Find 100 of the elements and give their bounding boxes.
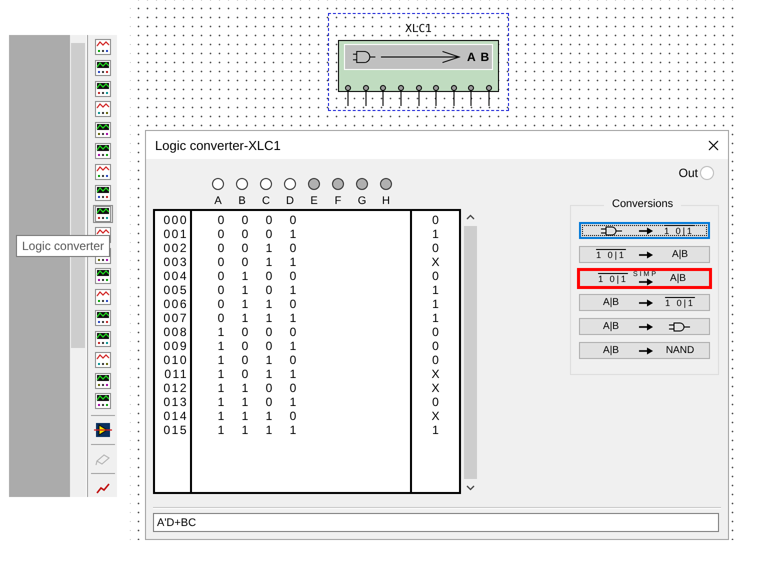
terminal-button[interactable] [356, 178, 368, 190]
table-cell-text: 0 [216, 311, 226, 325]
pin-icon [467, 84, 476, 106]
table-cell-text: 0 [264, 339, 274, 353]
instrument-icon [94, 310, 110, 326]
terminal-button[interactable] [380, 178, 392, 190]
window-title: Logic converter-XLC1 [155, 138, 281, 152]
table-cell-text: 1 [216, 339, 226, 353]
instrument-button[interactable] [92, 58, 112, 77]
arrow-icon [638, 250, 652, 258]
conversion-button[interactable]: 1 0|1 A|B [579, 246, 710, 263]
instrument-button[interactable] [92, 288, 112, 306]
arrow-icon [638, 278, 652, 286]
table-cell-text: 0 [264, 227, 274, 241]
terminal-button[interactable] [260, 178, 272, 190]
table-cell-text: 0 [240, 241, 250, 255]
instrument-button[interactable] [92, 350, 112, 369]
instrument-button[interactable] [92, 309, 112, 327]
output-cell[interactable]: 0 [412, 269, 459, 283]
row-number: 005 [162, 283, 189, 297]
pin-icon [379, 84, 388, 106]
pin-icon [432, 84, 440, 106]
instrument-icon [94, 122, 110, 138]
instrument-button[interactable] [92, 372, 112, 390]
row-number: 004 [162, 269, 189, 283]
component-label: XLC1 [404, 22, 433, 37]
table-cell-text: 1 [216, 325, 226, 339]
gate-icon [669, 322, 691, 332]
table-cell-text: 1 [216, 353, 226, 367]
terminal-label: C [262, 195, 270, 207]
output-cell[interactable]: 1 [412, 423, 459, 437]
table-cell-text: 1 [240, 423, 250, 437]
instrument-icon [94, 60, 110, 76]
table-cell-text: 0 [240, 353, 250, 367]
output-cell[interactable]: 0 [412, 395, 459, 409]
logic-converter-symbol[interactable]: XLC1 A B [328, 13, 509, 111]
arrow-icon [638, 298, 652, 306]
table-cell-text: 0 [288, 297, 298, 311]
conversion-button[interactable]: 1 0|1 [579, 222, 710, 239]
terminal-button[interactable] [332, 178, 344, 190]
instrument-icon [94, 184, 110, 201]
instrument-icon [94, 268, 110, 284]
instrument-button[interactable] [92, 163, 112, 181]
table-cell-text: 1 [240, 311, 250, 325]
close-icon[interactable] [708, 140, 719, 150]
terminal-button[interactable] [308, 178, 320, 190]
instrument-button[interactable] [92, 184, 112, 202]
table-cell-text: 1 [216, 367, 226, 381]
table-cell-text: 1 [216, 409, 226, 423]
instrument-button[interactable] [92, 267, 112, 286]
output-cell[interactable]: 1 [412, 227, 459, 241]
instrument-icon [94, 80, 110, 97]
output-cell[interactable]: 1 [412, 311, 459, 325]
output-cell[interactable]: 1 [412, 283, 459, 297]
output-cell[interactable]: 1 [412, 297, 459, 311]
row-number: 010 [162, 353, 189, 367]
instrument-button[interactable] [92, 142, 112, 160]
table-cell-text: 1 [288, 339, 298, 353]
scroll-up-icon[interactable] [466, 214, 475, 220]
instrument-button[interactable] [92, 100, 112, 118]
instrument-button[interactable] [92, 392, 112, 410]
instrument-button[interactable] [92, 121, 112, 140]
expression-field[interactable]: A'D+BC [153, 513, 719, 532]
output-cell[interactable]: X [412, 381, 459, 395]
output-cell[interactable]: 0 [412, 241, 459, 255]
row-number: 007 [162, 311, 189, 325]
table-cell-text: 0 [216, 269, 226, 283]
output-cell[interactable]: 0 [412, 353, 459, 367]
conversion-button[interactable]: A|B NAND [579, 342, 710, 359]
instrument-button[interactable] [92, 204, 112, 223]
scroll-down-icon[interactable] [466, 485, 475, 491]
output-cell[interactable]: 0 [412, 213, 459, 227]
output-cell[interactable]: X [412, 367, 459, 381]
table-cell-text: 0 [216, 255, 226, 269]
instrument-icon [94, 38, 110, 55]
table-cell-text: 1 [264, 255, 274, 269]
table-cell-text: 1 [288, 255, 298, 269]
instrument-button[interactable] [92, 330, 112, 348]
table-cell-text: 1 [288, 311, 298, 325]
conversion-button[interactable]: A|B [579, 318, 710, 335]
instrument-button[interactable] [92, 80, 112, 98]
table-cell-text: 0 [264, 395, 274, 409]
table-cell-text: 1 [240, 395, 250, 409]
terminal-button[interactable] [212, 178, 224, 190]
table-cell-text: 1 [264, 241, 274, 255]
terminal-button[interactable] [284, 178, 296, 190]
table-cell-text: 0 [288, 213, 298, 227]
table-cell-text: 0 [216, 297, 226, 311]
output-cell[interactable]: X [412, 409, 459, 423]
instrument-button[interactable] [92, 421, 112, 440]
output-cell[interactable]: 0 [412, 339, 459, 353]
instrument-button[interactable] [92, 38, 112, 56]
terminal-button[interactable] [236, 178, 248, 190]
output-cell[interactable]: 0 [412, 325, 459, 339]
row-number: 015 [162, 423, 189, 437]
table-cell-text: 0 [264, 213, 274, 227]
output-cell[interactable]: X [412, 255, 459, 269]
conversion-button[interactable]: A|B 1 0|1 [579, 294, 710, 311]
row-number: 008 [162, 325, 189, 339]
instrument-icon [94, 372, 110, 389]
